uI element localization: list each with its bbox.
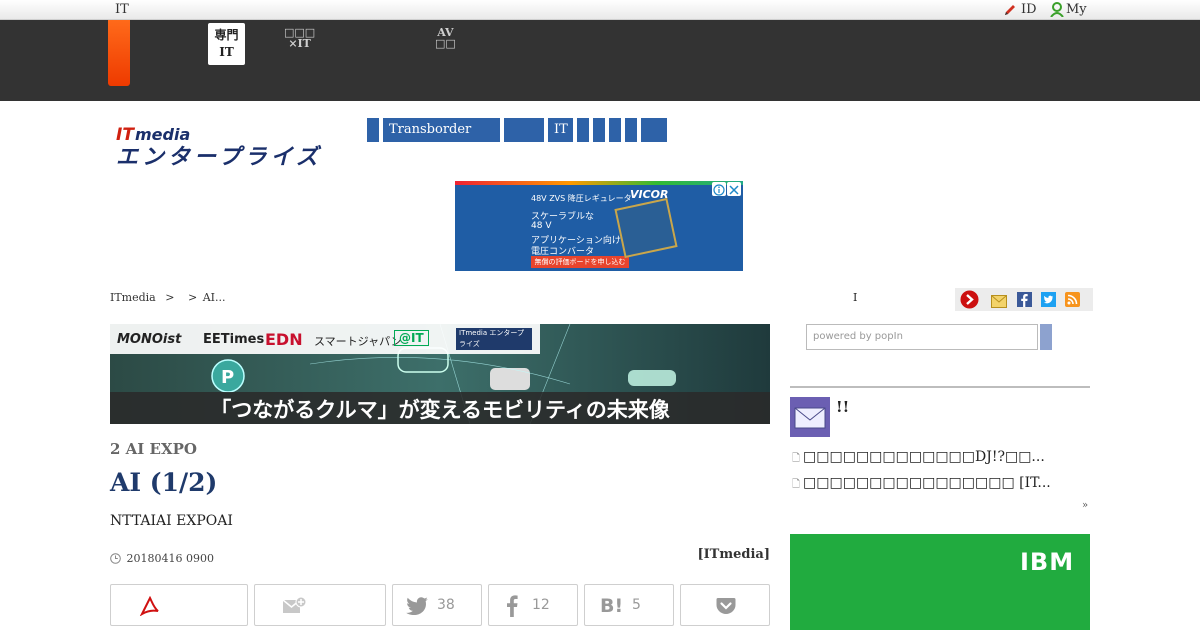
hatena-bookmark-button[interactable]: B! 5 <box>584 584 674 626</box>
top-utility-bar: IT ID My <box>0 0 1200 20</box>
twitter-icon <box>406 597 428 619</box>
top-left-link[interactable]: IT <box>115 1 129 18</box>
nav-item-2[interactable] <box>504 118 544 142</box>
tab-line2: ×IT <box>288 37 311 50</box>
twitter-icon[interactable] <box>1041 292 1056 311</box>
banner-caption: 「つながるクルマ」が変えるモビリティの未来像 <box>210 398 670 422</box>
more-link[interactable]: » <box>1082 500 1088 511</box>
breadcrumb-separator: > <box>187 291 198 304</box>
mail-share-button[interactable] <box>254 584 386 626</box>
svg-text:media: media <box>135 125 190 144</box>
itmedia-enterprise-logo[interactable]: IT media エンタープライズ <box>116 124 326 170</box>
ibm-logo: IBM <box>1020 548 1075 576</box>
pocket-icon <box>716 597 736 619</box>
pencil-icon <box>1003 2 1017 21</box>
hatena-icon: B! <box>600 595 624 617</box>
nav-item-4[interactable] <box>577 118 589 142</box>
twitter-count: 38 <box>437 597 455 613</box>
document-icon: 🗋 <box>792 453 801 464</box>
nav-item-8[interactable] <box>641 118 667 142</box>
breadcrumb-current: AI... <box>202 291 226 304</box>
facebook-share-button[interactable]: 12 <box>488 584 578 626</box>
user-icon <box>1050 2 1064 21</box>
banner-logo-itmedia-enterprise: ITmedia エンタープライズ <box>456 328 532 350</box>
sidebar-divider <box>790 386 1090 388</box>
tab-line1: 専門 <box>214 28 239 42</box>
clock-icon <box>110 553 121 567</box>
article-lead: NTTAIAI EXPOAI <box>110 513 233 529</box>
svg-text:IT: IT <box>116 125 135 145</box>
tab-specialist-it[interactable]: 専門 IT <box>208 23 245 65</box>
pocket-button[interactable] <box>680 584 770 626</box>
home-tab[interactable] <box>108 20 130 86</box>
arrow-right-icon[interactable] <box>960 290 979 313</box>
nav-item-0[interactable] <box>367 118 379 142</box>
nav-item-7[interactable] <box>625 118 637 142</box>
mobility-special-banner[interactable]: P MONOist EETimes EDN スマートジャパン @IT ITmed… <box>110 324 770 424</box>
article-source: [ITmedia] <box>697 547 770 562</box>
twitter-share-button[interactable]: 38 <box>392 584 482 626</box>
share-strip <box>955 288 1093 311</box>
svg-text:エンタープライズ: エンタープライズ <box>116 144 322 170</box>
rss-icon[interactable] <box>1065 292 1080 311</box>
nav-item-transborder[interactable]: Transborder <box>383 118 500 142</box>
tab-line2: IT <box>219 45 234 59</box>
search-input[interactable]: powered by popIn <box>806 324 1038 350</box>
document-icon: 🗋 <box>792 479 801 490</box>
banner-logo-smartjapan: スマートジャパン <box>314 335 402 348</box>
tab-line2: □□ <box>435 37 456 50</box>
newsletter-item-text: □□□□□□□□□□□□□DJ!?□□... <box>803 449 1045 465</box>
article-headline: AI (1/2) <box>110 468 218 497</box>
newsletter-item-text: □□□□□□□□□□□□□□□□ [IT... <box>803 475 1051 491</box>
ad-line1: 48V ZVS 降圧レギュレータ <box>531 194 632 203</box>
banner-logo-eetimes: EETimes <box>203 332 265 347</box>
newsletter-item[interactable]: 🗋 □□□□□□□□□□□□□DJ!?□□... <box>792 449 1045 468</box>
mail-add-icon <box>282 596 307 619</box>
article-date: 20180416 0900 <box>110 552 214 567</box>
article-kicker: 2 AI EXPO <box>110 440 197 458</box>
ad-info-icon[interactable] <box>712 182 726 196</box>
ibm-ad[interactable]: IBM <box>790 534 1090 630</box>
mail-icon[interactable] <box>991 293 1007 312</box>
newsletter-item[interactable]: 🗋 □□□□□□□□□□□□□□□□ [IT... <box>792 475 1051 494</box>
tab-industry-it[interactable]: □□□ ×IT <box>284 27 315 49</box>
my-link[interactable]: My <box>1066 1 1087 18</box>
breadcrumb-home[interactable]: ITmedia <box>110 291 156 304</box>
share-marker: I <box>853 291 858 304</box>
ad-line3: 48 V <box>531 221 552 231</box>
nav-item-6[interactable] <box>609 118 621 142</box>
banner-logo-monoist: MONOist <box>117 332 182 347</box>
facebook-count: 12 <box>532 597 550 613</box>
banner-logo-atmarkit: @IT <box>394 330 429 346</box>
newsletter-mail-icon <box>790 397 830 437</box>
ad-cta-button[interactable]: 無償の評価ボードを申し込む <box>531 256 629 268</box>
tab-av[interactable]: AV □□ <box>435 27 456 49</box>
search-button[interactable] <box>1040 324 1052 350</box>
article-date-text: 20180416 0900 <box>126 552 214 565</box>
ad-close-icon[interactable] <box>727 182 741 196</box>
svg-text:P: P <box>221 367 234 388</box>
newsletter-title: !! <box>836 398 850 416</box>
banner-logo-edn: EDN <box>265 330 303 349</box>
ad-color-stripe <box>455 181 743 185</box>
nav-item-it[interactable]: IT <box>548 118 573 142</box>
nav-item-5[interactable] <box>593 118 605 142</box>
pdf-button[interactable] <box>110 584 248 626</box>
site-header <box>0 20 1200 101</box>
id-link[interactable]: ID <box>1021 1 1037 18</box>
ad-chip-image <box>614 197 678 259</box>
hatena-count: 5 <box>632 597 641 613</box>
vicor-ad[interactable]: 48V ZVS 降圧レギュレータ スケーラブルな 48 V アプリケーション向け… <box>455 181 743 271</box>
facebook-icon <box>506 595 518 621</box>
breadcrumb: ITmedia > > AI... <box>110 291 225 304</box>
breadcrumb-separator: > <box>165 291 175 304</box>
pdf-icon <box>139 595 161 620</box>
facebook-icon[interactable] <box>1017 292 1032 311</box>
